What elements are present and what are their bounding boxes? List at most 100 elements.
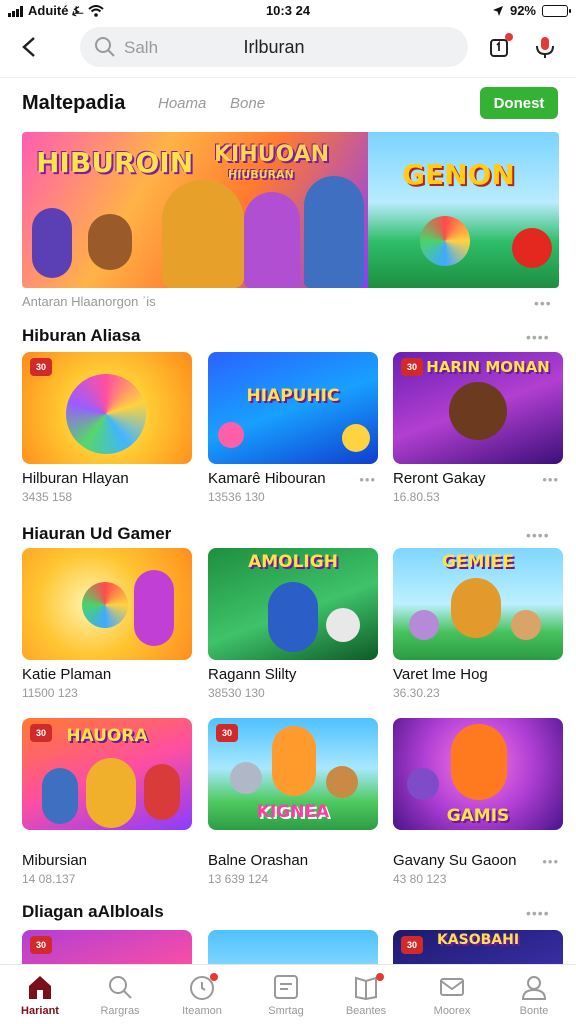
section-title: Hiburan Aliasa [22,326,141,345]
game-thumbnail-title: KASOBAHI [436,932,520,948]
game-thumbnail [22,548,192,660]
more-icon[interactable]: •••• [526,527,550,543]
animal-character-illustration [511,610,541,640]
boy-character-illustration [244,192,300,288]
robot-character-illustration [32,208,72,278]
game-meta: 14 08.137 [22,872,76,886]
game-thumbnail: 30 HARIN MONAN [393,352,563,464]
chevron-left-icon [22,37,35,57]
game-thumbnail-title: GEMIEE [441,552,515,572]
search-query: Irlburan [243,37,305,57]
bear-character-illustration [449,382,507,440]
more-icon[interactable]: ••• [534,295,552,311]
tab-home[interactable]: Hoama [158,95,206,112]
nav-item-list[interactable]: Smrtag [246,971,326,1021]
nav-label: Smrtag [268,1005,304,1017]
game-thumbnail-title: KIGNEA [256,802,330,822]
more-icon[interactable]: ••• [359,472,376,487]
game-meta: 13 639 124 [208,872,269,886]
game-name: Ragann Slilty [208,666,297,683]
search-input[interactable]: Salh Irlburan [80,27,468,67]
more-icon[interactable]: ••• [542,854,559,869]
home-icon [29,976,51,999]
list-icon [274,975,298,999]
ball-illustration [420,216,470,266]
game-thumbnail-title: HIAPUHIC [246,386,340,406]
nav-label: Hariant [21,1005,59,1017]
game-card[interactable]: HIAPUHIC Kamarê Hibouran ••• 13536 130 [208,352,378,504]
nav-item-book[interactable]: Beantes [326,971,406,1021]
game-thumbnail: 30 [22,352,192,464]
game-card[interactable]: 30 HARIN MONAN Reront Gakay ••• 16.80.53 [393,352,563,504]
boy-character-illustration [42,768,78,824]
nav-label: Moorex [433,1005,471,1017]
promo-banner[interactable]: HIBUROIN KIHUOAN HIUBURAN GENON [22,132,559,288]
back-button[interactable] [14,32,44,62]
status-time: 10:3 24 [265,3,311,18]
bottom-navigation: Hariant Rargras Iteamon Smrtag Beantes M… [0,964,576,1024]
game-name: Katie Plaman [22,666,112,683]
more-icon[interactable]: ••• [542,472,559,487]
girl-character-illustration [134,570,174,646]
game-meta: 16.80.53 [393,490,440,504]
game-card[interactable]: 30 Hilburan Hlayan 3435 158 [22,352,192,504]
marketplace-bar: Maltepadia Hoama Bone Donest [0,82,576,124]
boy-character-illustration-2 [304,176,364,288]
banner-subtitle-mid: HIUBURAN [228,168,294,181]
section-title: Hiauran Ud Gamer [22,524,172,543]
bear-character-illustration [162,180,244,288]
notification-dot [505,33,513,41]
more-icon[interactable]: •••• [526,329,550,345]
creature-illustration [512,228,552,268]
primary-action-button[interactable]: Donest [480,87,558,119]
game-card[interactable]: 30 KASOBAHI [393,930,563,964]
game-card[interactable]: GEMIEE Varet lme Hog 36.30.23 [393,548,563,700]
game-thumbnail: HIAPUHIC [208,352,378,464]
page-title: Maltepadia [22,92,126,114]
game-card[interactable]: 30 KIGNEA Balne Orashan 13 639 124 [208,718,378,886]
game-thumbnail-title: HARIN MONAN [426,358,550,376]
tab-bone[interactable]: Bone [230,95,265,112]
mic-button[interactable] [530,32,560,62]
monkey-character-illustration [88,214,132,270]
notification-button[interactable] [484,32,514,62]
nav-item-search[interactable]: Rargras [80,971,160,1021]
game-thumbnail: 30 [22,930,192,964]
game-meta: 38530 130 [208,686,265,700]
game-name: Gavany Su Gaoon [393,852,517,869]
game-card[interactable]: GAMIS Gavany Su Gaoon ••• 43 80 123 [393,718,563,886]
game-meta: 36.30.23 [393,686,440,700]
game-card[interactable]: 30 HAUORA Mibursian 14 08.137 [22,718,192,886]
game-name: Hilburan Hlayan [22,470,129,487]
cat-character-illustration [451,724,507,800]
game-card[interactable]: Katie Plaman 11500 123 [22,548,192,700]
game-card[interactable] [208,930,378,964]
nav-label: Rargras [100,1005,140,1017]
game-card[interactable]: AMOLIGH Ragann Slilty 38530 130 [208,548,378,700]
nav-item-mail[interactable]: Moorex [412,971,492,1021]
banner-caption: Antaran Hlaanorgon ʾis [22,294,156,309]
game-thumbnail: 30 KIGNEA [208,718,378,830]
battery-icon [542,4,571,17]
more-icon[interactable]: •••• [526,905,550,921]
battery-percent: 92% [509,3,536,18]
game-card[interactable]: 30 [22,930,192,964]
status-right: 92% [492,3,571,18]
game-thumbnail [208,930,378,964]
nav-item-profile[interactable]: Bonte [494,971,574,1021]
banner-title-left: HIBUROIN [36,146,194,179]
nav-item-home[interactable]: Hariant [0,971,80,1021]
game-name: Varet lme Hog [393,666,488,683]
banner-right-panel: GENON [368,132,559,288]
game-thumbnail: 30 HAUORA [22,718,192,830]
girl-character-illustration [144,764,180,820]
nav-item-timer[interactable]: Iteamon [162,971,242,1021]
boy-character-illustration [272,726,316,796]
notification-dot [210,973,218,981]
user-icon [521,976,547,1000]
game-thumbnail: 30 KASOBAHI [393,930,563,964]
location-arrow-icon [492,5,503,16]
animal-character-illustration [326,608,360,642]
section-title: Dliagan aAlbloals [22,902,164,921]
game-thumbnail: GEMIEE [393,548,563,660]
